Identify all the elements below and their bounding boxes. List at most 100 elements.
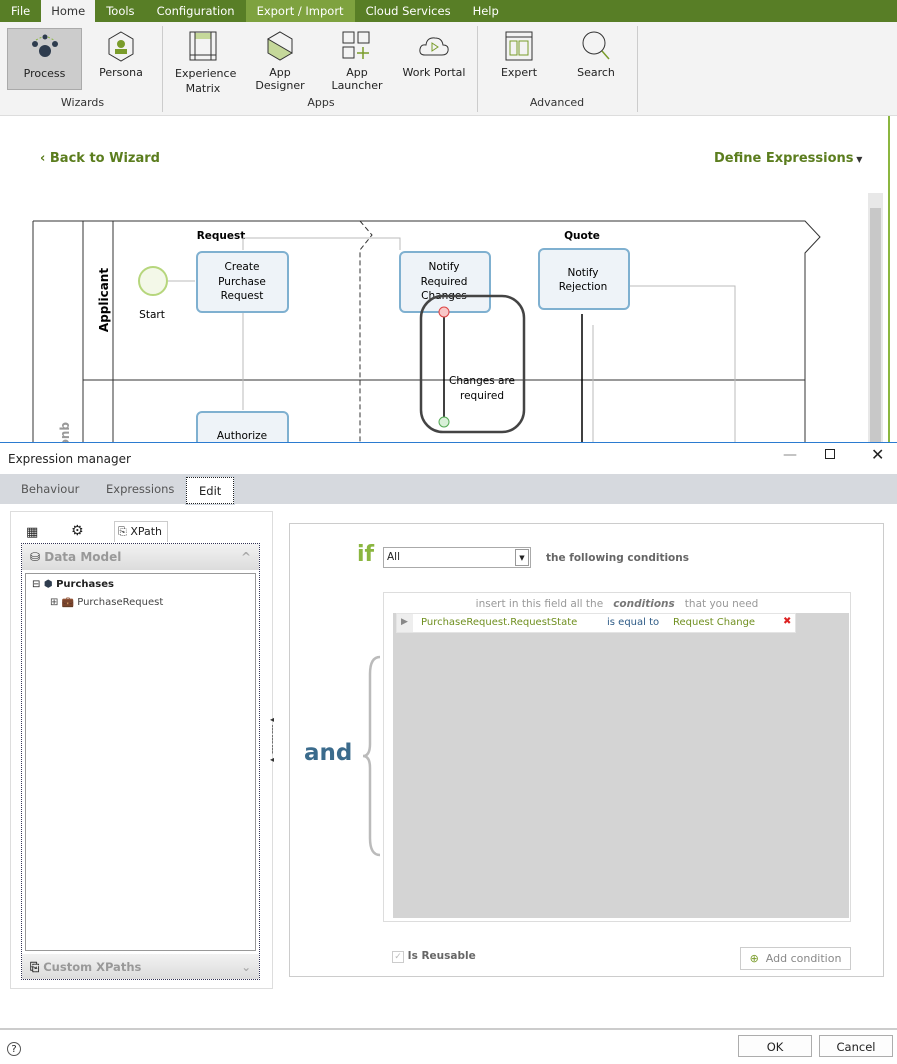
is-reusable-checkbox[interactable]: ✓ Is Reusable bbox=[392, 950, 476, 963]
chevron-left-icon: ‹ bbox=[40, 151, 50, 166]
conditions-area[interactable]: insert in this field all the conditions … bbox=[383, 592, 851, 922]
task-notify-required-changes[interactable]: Notify Required Changes bbox=[399, 251, 491, 313]
define-expressions-dropdown[interactable]: Define Expressions ▼ bbox=[714, 151, 862, 166]
menu-export-import[interactable]: Export / Import bbox=[245, 0, 355, 22]
dropdown-arrow-icon[interactable]: ▼ bbox=[515, 549, 529, 566]
persona-icon bbox=[108, 31, 134, 62]
entity-icon: ⬢ bbox=[43, 579, 53, 590]
condition-operator[interactable]: is equal to bbox=[607, 617, 659, 628]
svg-text:Purchase: Purchase bbox=[218, 276, 266, 288]
back-to-wizard-link[interactable]: ‹ Back to Wizard bbox=[40, 151, 160, 166]
collapse-icon[interactable]: ⊟ bbox=[32, 579, 40, 590]
row-selector-icon[interactable]: ▶ bbox=[397, 614, 413, 632]
menu-tools[interactable]: Tools bbox=[95, 0, 145, 22]
plus-circle-icon: ⊕ bbox=[749, 952, 759, 965]
condition-row[interactable]: ▶ PurchaseRequest.RequestState is equal … bbox=[396, 613, 796, 633]
svg-text:required: required bbox=[460, 390, 504, 402]
persona-button[interactable]: Persona bbox=[90, 28, 152, 90]
app-designer-icon bbox=[267, 31, 293, 61]
xpath-icon: ⎘ bbox=[118, 525, 127, 538]
gear-icon[interactable]: ⚙ bbox=[71, 523, 84, 539]
app-launcher-icon bbox=[342, 31, 370, 59]
splitter-handle[interactable]: ◂ ┆ ┆ ┆ ◂ bbox=[270, 715, 275, 765]
process-button[interactable]: Process bbox=[7, 28, 82, 90]
svg-text:Request: Request bbox=[221, 290, 264, 302]
conditions-hint: insert in this field all the conditions … bbox=[475, 598, 759, 610]
phase-request: Request bbox=[197, 230, 246, 242]
menu-file[interactable]: File bbox=[0, 0, 41, 22]
caret-down-icon: ▼ bbox=[853, 155, 863, 164]
xpath-icon: ⎘ bbox=[30, 960, 40, 974]
custom-xpaths-header[interactable]: ⎘ Custom XPaths ⌄ bbox=[22, 954, 259, 979]
maximize-icon[interactable] bbox=[825, 449, 835, 459]
menu-cloud-services[interactable]: Cloud Services bbox=[355, 0, 462, 22]
table-icon[interactable]: ▦ bbox=[26, 525, 38, 540]
ribbon: Process Persona Wizards Experience Matri… bbox=[0, 22, 897, 116]
menu-bar: File Home Tools Configuration Export / I… bbox=[0, 0, 897, 22]
app-designer-button[interactable]: App Designer bbox=[243, 28, 317, 92]
condition-editor-panel: if All ▼ the following conditions and ins… bbox=[289, 523, 884, 977]
help-icon[interactable]: ? bbox=[7, 1042, 21, 1056]
process-icon bbox=[31, 34, 58, 57]
condition-value[interactable]: Request Change bbox=[673, 617, 755, 628]
tree-node-purchaserequest[interactable]: ⊞ 💼 PurchaseRequest bbox=[50, 597, 163, 608]
checkbox-check-icon[interactable]: ✓ bbox=[392, 951, 404, 963]
task-create-purchase-request[interactable]: Create Purchase Request bbox=[196, 251, 289, 313]
work-portal-icon bbox=[419, 37, 449, 56]
lane-request: quest bbox=[59, 422, 73, 442]
chevron-up-icon[interactable]: ^ bbox=[241, 550, 251, 564]
expand-icon[interactable]: ⊞ bbox=[50, 597, 58, 608]
tab-behaviour[interactable]: Behaviour bbox=[21, 482, 79, 496]
wizards-group-label: Wizards bbox=[60, 96, 105, 109]
svg-text:Authorize: Authorize bbox=[217, 430, 267, 442]
advanced-group-label: Advanced bbox=[529, 96, 585, 109]
search-button[interactable]: Search bbox=[568, 28, 624, 90]
close-icon[interactable]: ✕ bbox=[871, 445, 884, 464]
search-icon bbox=[582, 31, 610, 60]
following-conditions-label: the following conditions bbox=[546, 552, 689, 564]
menu-home[interactable]: Home bbox=[41, 0, 96, 22]
process-diagram: Applicant quest Request Quote Start Crea… bbox=[32, 193, 883, 442]
delete-condition-icon[interactable]: ✖ bbox=[783, 616, 791, 627]
menu-configuration[interactable]: Configuration bbox=[146, 0, 246, 22]
dialog-title-bar: Expression manager — ✕ bbox=[0, 443, 897, 474]
condition-field[interactable]: PurchaseRequest.RequestState bbox=[421, 617, 577, 628]
tab-expressions[interactable]: Expressions bbox=[106, 482, 174, 496]
task-authorize[interactable]: Authorize bbox=[196, 411, 289, 442]
app-launcher-button[interactable]: App Launcher bbox=[320, 28, 394, 92]
svg-text:Required: Required bbox=[421, 276, 468, 288]
start-event[interactable] bbox=[138, 266, 168, 296]
expert-button[interactable]: Expert bbox=[490, 28, 548, 90]
apps-group-label: Apps bbox=[307, 96, 335, 109]
briefcase-icon: 💼 bbox=[61, 597, 75, 608]
dialog-title: Expression manager bbox=[8, 452, 131, 466]
menu-help[interactable]: Help bbox=[462, 0, 510, 22]
dialog-tabs: Behaviour Expressions Edit bbox=[0, 474, 897, 505]
experience-matrix-button[interactable]: Experience Matrix bbox=[170, 28, 236, 100]
cancel-button[interactable]: Cancel bbox=[819, 1035, 893, 1057]
tab-xpath[interactable]: ⎘ XPath bbox=[114, 521, 168, 542]
minimize-icon[interactable]: — bbox=[783, 447, 797, 463]
tree-node-purchases[interactable]: ⊟ ⬢ Purchases bbox=[32, 579, 114, 590]
add-condition-button[interactable]: ⊕ Add condition bbox=[740, 947, 851, 970]
work-portal-button[interactable]: Work Portal bbox=[400, 28, 468, 90]
if-label: if bbox=[357, 542, 375, 567]
start-label: Start bbox=[139, 309, 165, 321]
tab-edit[interactable]: Edit bbox=[184, 476, 236, 505]
experience-matrix-icon bbox=[189, 31, 217, 61]
match-select[interactable]: All ▼ bbox=[383, 547, 531, 568]
data-model-header[interactable]: ⛁ Data Model ^ bbox=[22, 544, 259, 570]
and-label: and bbox=[304, 740, 353, 766]
svg-text:Create: Create bbox=[225, 261, 260, 273]
data-model-panel: ▦ ⚙ ⎘ XPath ⛁ Data Model ^ ⊟ ⬢ Purchases … bbox=[10, 511, 273, 989]
brace-icon bbox=[362, 655, 381, 857]
ok-button[interactable]: OK bbox=[738, 1035, 812, 1057]
expert-icon bbox=[505, 31, 533, 61]
phase-quote: Quote bbox=[564, 230, 600, 242]
svg-text:Rejection: Rejection bbox=[559, 281, 608, 293]
chevron-down-icon[interactable]: ⌄ bbox=[241, 960, 251, 974]
task-notify-rejection[interactable]: Notify Rejection bbox=[538, 248, 630, 310]
database-icon: ⛁ bbox=[30, 550, 41, 564]
selected-connector-highlight[interactable] bbox=[419, 294, 526, 434]
svg-text:Notify: Notify bbox=[428, 261, 459, 273]
